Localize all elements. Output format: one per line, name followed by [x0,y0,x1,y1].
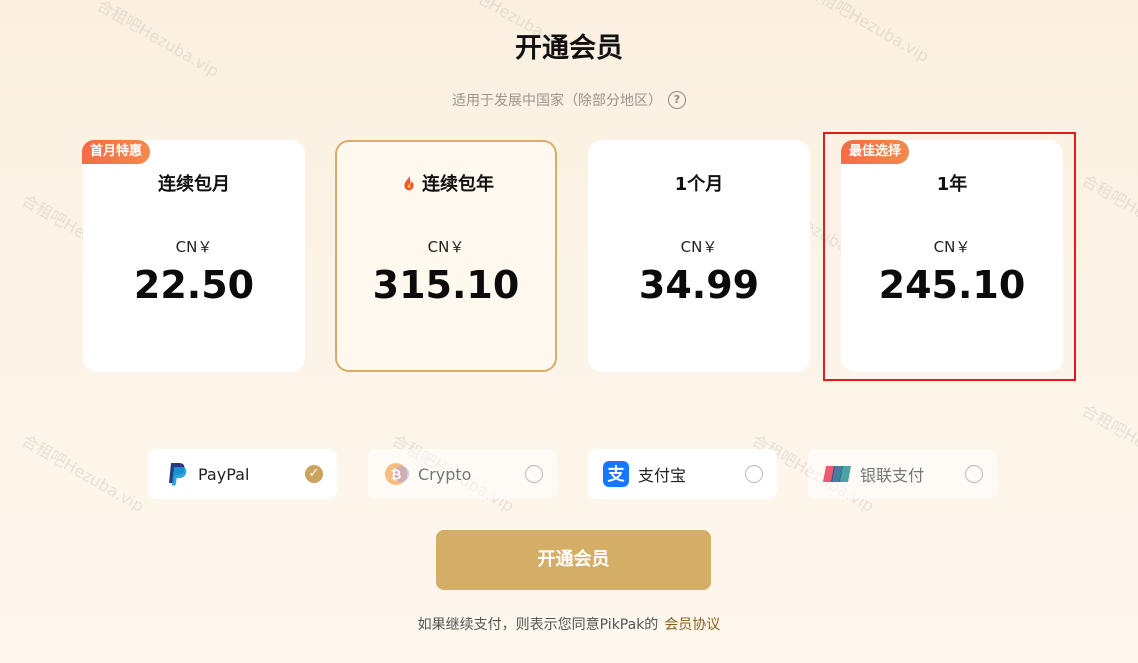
alipay-icon: 支 [603,461,629,487]
agreement-line: 如果继续支付，则表示您同意PikPak的 会员协议 [0,614,1138,634]
page-subtitle: 适用于发展中国家（除部分地区） ? [0,90,1138,110]
fire-icon [404,173,414,191]
plan-price: 34.99 [638,263,760,307]
payment-label: 支付宝 [638,466,687,485]
svg-text:支: 支 [608,464,626,485]
watermark: 合租吧Hezuba.vip [1078,170,1138,256]
agreement-text: 如果继续支付，则表示您同意PikPak的 [417,617,659,633]
plan-price: 22.50 [133,263,255,307]
member-agreement-link[interactable]: 会员协议 [664,617,720,633]
plan-name: 连续包年 [422,174,494,195]
payment-option-crypto[interactable]: ₿ Crypto [368,449,557,499]
plan-card-monthly-auto[interactable]: 首月特惠 连续包月 CN￥ 22.50 [82,140,305,372]
svg-text:₿: ₿ [391,468,402,483]
plan-name: 连续包月 [158,174,230,195]
payment-radio[interactable] [745,465,763,483]
page-title: 开通会员 [515,33,623,64]
plan-name: 1个月 [674,174,724,195]
payment-option-alipay[interactable]: 支 支付宝 [588,449,777,499]
paypal-icon [169,463,187,486]
watermark: 合租吧Hezuba.vip [18,430,148,516]
bitcoin-icon: ₿ [385,463,409,485]
plan-price: 315.10 [372,263,520,307]
plan-card-one-month[interactable]: 1个月 CN￥ 34.99 [588,140,810,372]
plan-name-row: 连续包年 [337,170,555,196]
payment-option-unionpay[interactable]: 银联支付 [808,449,997,499]
highlight-annotation-box [823,132,1076,381]
plan-currency: CN￥ [427,238,465,256]
subtitle-text: 适用于发展中国家（除部分地区） [452,93,662,109]
subscribe-button[interactable]: 开通会员 [436,530,711,590]
plan-currency: CN￥ [175,238,213,256]
payment-label: PayPal [198,464,250,484]
payment-radio[interactable] [965,465,983,483]
payment-option-paypal[interactable]: PayPal ✓ [148,449,337,499]
payment-radio[interactable] [525,465,543,483]
watermark: 合租吧Hezuba.vip [1078,400,1138,486]
unionpay-icon [823,466,851,482]
plan-currency: CN￥ [680,238,718,256]
payment-label: Crypto [418,464,472,484]
help-icon[interactable]: ? [668,91,686,109]
first-month-badge: 首月特惠 [82,140,151,164]
payment-label: 银联支付 [860,466,925,485]
plan-card-yearly-auto[interactable]: 连续包年 CN￥ 315.10 [335,140,557,372]
payment-radio-checked[interactable]: ✓ [305,465,323,483]
